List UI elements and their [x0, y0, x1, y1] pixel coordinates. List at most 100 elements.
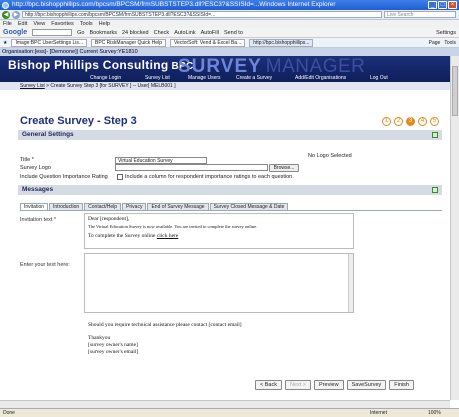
nav-change-login[interactable]: Change Login: [90, 74, 121, 82]
security-zone: Internet: [370, 410, 387, 416]
browse-button[interactable]: Browse...: [269, 164, 299, 172]
menu-favorites[interactable]: Favorites: [51, 20, 74, 28]
star-icon[interactable]: ★: [3, 40, 7, 46]
invitation-text-label: Invitation text *: [20, 217, 57, 223]
collapse-icon[interactable]: [432, 187, 438, 193]
tab-end-of-survey[interactable]: End of Survey Message: [147, 203, 209, 210]
back-button[interactable]: < Back: [255, 380, 282, 390]
message-tabs: Invitation Introduction Contact/Help Pri…: [20, 203, 442, 211]
nav-add-edit-organisations[interactable]: Add/Edit Organisations: [295, 74, 346, 82]
top-nav: Change Login Survey List Manage Users Cr…: [0, 74, 459, 82]
maximize-icon[interactable]: □: [438, 1, 447, 9]
next-button[interactable]: Next >: [284, 380, 312, 390]
page-menu-button[interactable]: Page: [429, 40, 441, 46]
breadcrumb: Survey List > Create Survey Step 3 [for …: [0, 82, 459, 90]
finish-button[interactable]: Finish: [389, 380, 414, 390]
editor-scrollbar[interactable]: [348, 254, 353, 312]
collapse-icon[interactable]: [432, 132, 438, 138]
tab-survey-closed[interactable]: Survey Closed Message & Date: [209, 203, 289, 210]
menu-view[interactable]: View: [33, 20, 45, 28]
google-logo: Google: [3, 29, 28, 36]
google-check-button[interactable]: Check: [154, 30, 170, 36]
survey-logo-file-input[interactable]: [115, 164, 268, 171]
google-go-button[interactable]: Go: [77, 30, 84, 36]
title-label: Title *: [20, 157, 34, 163]
importance-rating-checkbox[interactable]: [117, 174, 123, 180]
menu-file[interactable]: File: [3, 20, 12, 28]
zoom-level[interactable]: 100%: [428, 409, 441, 417]
back-arrow-icon[interactable]: ◀: [2, 10, 10, 19]
step-3-current[interactable]: 3: [406, 117, 415, 126]
menu-tools[interactable]: Tools: [80, 20, 93, 28]
menu-edit[interactable]: Edit: [18, 20, 27, 28]
browser-tab[interactable]: Image:BPC UserSettings Lis...: [11, 38, 88, 47]
page-title: Create Survey - Step 3: [20, 115, 137, 127]
google-settings-button[interactable]: Settings: [436, 30, 456, 36]
step-indicator: 1 2 3 4 5: [382, 117, 439, 126]
tab-contact-help[interactable]: Contact/Help: [84, 203, 122, 210]
popup-blocked-button[interactable]: 24 blocked: [122, 30, 149, 36]
page-horizontal-scrollbar[interactable]: [0, 400, 450, 408]
close-icon[interactable]: ×: [448, 1, 457, 9]
enter-text-label: Enter your text here:: [20, 262, 70, 268]
nav-log-out[interactable]: Log Out: [370, 74, 388, 82]
messages-title: Messages: [22, 186, 54, 193]
survey-logo-label: Survey Logo: [20, 165, 51, 171]
minimize-icon[interactable]: _: [428, 1, 437, 9]
window-controls: _ □ ×: [428, 1, 457, 9]
step-4[interactable]: 4: [418, 117, 427, 126]
page-vertical-scrollbar[interactable]: [450, 56, 459, 400]
save-survey-button[interactable]: SaveSurvey: [346, 380, 387, 390]
favorites-bar: ★ Image:BPC UserSettings Lis... BPC Risk…: [0, 38, 459, 48]
organisation-bar: Organisation:[ess]- [Demoone]| Current S…: [0, 48, 459, 56]
rte-availability: The Virtual Education Survey is now avai…: [88, 224, 258, 229]
company-name-text: Bishop Phillips Consulting: [8, 58, 169, 72]
browser-tab[interactable]: BPC RiskManager Quick Help: [91, 38, 166, 47]
status-bar: Done Internet 100%: [0, 408, 459, 417]
custom-text-editor[interactable]: [84, 253, 354, 313]
rte-greeting: Dear [respondent],: [88, 216, 130, 222]
tools-menu-button[interactable]: Tools: [444, 40, 456, 46]
menu-help[interactable]: Help: [99, 20, 110, 28]
google-autofill-button[interactable]: AutoFill: [201, 30, 219, 36]
search-input[interactable]: Live Search: [384, 11, 456, 18]
menu-bar: File Edit View Favorites Tools Help: [0, 20, 459, 28]
nav-create-survey[interactable]: Create a Survey: [236, 74, 272, 82]
url-input[interactable]: http://bpc.bishopphillips.com/bpcsm/BPCS…: [22, 11, 382, 18]
step-2[interactable]: 2: [394, 117, 403, 126]
importance-rating-checkbox-label: Include a column for respondent importan…: [125, 174, 294, 180]
preview-button[interactable]: Preview: [314, 380, 344, 390]
google-autolink-button[interactable]: AutoLink: [174, 30, 195, 36]
survey-title-input[interactable]: Virtual Education Survey: [115, 157, 207, 164]
scrollbar-thumb[interactable]: [452, 66, 458, 116]
ie-logo-icon: [2, 2, 9, 9]
step-5[interactable]: 5: [430, 117, 439, 126]
breadcrumb-survey-list-link[interactable]: Survey List: [20, 83, 45, 89]
company-name: Bishop Phillips Consulting BPC: [8, 58, 193, 72]
rating-label: Include Question Importance Rating: [20, 174, 108, 180]
breadcrumb-rest: > Create Survey Step 3 [for SURVEY ] -- …: [44, 83, 176, 89]
google-bookmarks-button[interactable]: Bookmarks: [89, 30, 117, 36]
click-here-link[interactable]: click here: [157, 233, 179, 239]
app-banner: Bishop Phillips Consulting BPC SURVEY MANA…: [0, 56, 459, 82]
closing-text: Should you require technical assistance …: [88, 322, 242, 356]
closing-thanks: Thankyou: [88, 335, 111, 341]
google-search-input[interactable]: [32, 29, 73, 36]
browser-tab[interactable]: VectorSoft: Vend & Excel Ba...: [169, 38, 246, 47]
window-title-bar: http://bpc.bishopphillips.com/bpcsm/BPCS…: [0, 0, 459, 10]
closing-owner-email: [survey owner's email]: [88, 349, 139, 355]
browser-tab-active[interactable]: http://bpc.bishopphillips...: [249, 38, 314, 47]
google-sendto-button[interactable]: Send to: [224, 30, 243, 36]
tab-invitation[interactable]: Invitation: [20, 203, 49, 210]
wizard-buttons: < Back Next > Preview SaveSurvey Finish: [255, 380, 414, 390]
tab-introduction[interactable]: Introduction: [49, 203, 84, 210]
general-settings-title: General Settings: [22, 131, 74, 138]
nav-manage-users[interactable]: Manage Users: [188, 74, 221, 82]
invitation-text-editor[interactable]: Dear [respondent], The Virtual Education…: [84, 213, 354, 249]
closing-assistance: Should you require technical assistance …: [88, 322, 242, 328]
nav-survey-list[interactable]: Survey List: [145, 74, 170, 82]
forward-arrow-icon[interactable]: ▶: [12, 10, 20, 19]
tab-privacy[interactable]: Privacy: [122, 203, 147, 210]
address-bar: ◀ ▶ http://bpc.bishopphillips.com/bpcsm/…: [0, 10, 459, 20]
step-1[interactable]: 1: [382, 117, 391, 126]
